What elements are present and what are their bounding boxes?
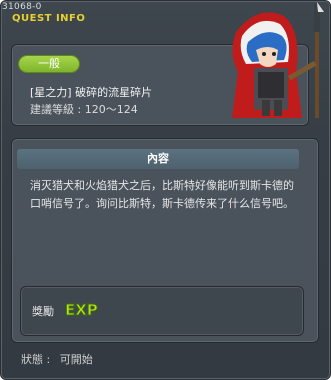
quest-description: 消灭猎犬和火焰猎犬之后，比斯特好像能听到斯卡德的口哨信号了。询问比斯特，斯卡德传… <box>30 179 294 210</box>
level-range: 120～124 <box>84 103 138 116</box>
quest-status: 狀態 : 可開始 <box>21 351 99 367</box>
knight-character-icon <box>218 2 330 120</box>
status-label: 狀態 : <box>21 353 51 366</box>
recommended-level: 建議等級 : 120～124 <box>30 101 138 117</box>
category-badge: 一般 <box>19 56 79 72</box>
reward-label: 獎勵 <box>32 305 54 318</box>
status-value: 可開始 <box>59 353 93 366</box>
content-section-header: 內容 <box>17 149 299 169</box>
quest-id: 31068-0 <box>2 2 42 12</box>
exp-reward-text: EXP <box>65 301 98 319</box>
window-title: QUEST INFO <box>12 13 86 24</box>
level-label: 建議等級 : <box>30 103 82 116</box>
quest-name: [星之力] 破碎的流星碎片 <box>30 86 153 99</box>
exp-reward-icon[interactable]: EXP <box>63 298 103 320</box>
